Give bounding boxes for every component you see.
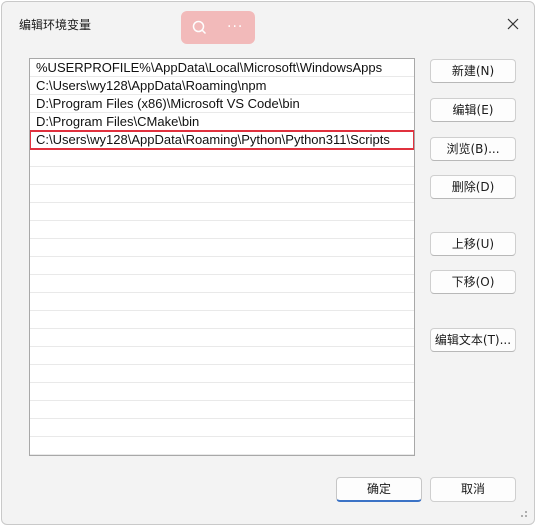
delete-button[interactable]: 删除(D) [430, 175, 516, 199]
ok-button[interactable]: 确定 [336, 477, 422, 502]
floating-more-button[interactable]: ··· [218, 11, 255, 44]
empty-list-row[interactable] [30, 419, 414, 437]
empty-list-row[interactable] [30, 167, 414, 185]
empty-list-row[interactable] [30, 311, 414, 329]
empty-list-row[interactable] [30, 347, 414, 365]
list-item[interactable]: C:\Users\wy128\AppData\Roaming\Python\Py… [30, 130, 414, 150]
empty-list-row[interactable] [30, 257, 414, 275]
empty-list-row[interactable] [30, 329, 414, 347]
title-bar[interactable]: 编辑环境变量 [2, 2, 534, 42]
empty-list-row[interactable] [30, 401, 414, 419]
move-up-button[interactable]: 上移(U) [430, 232, 516, 256]
new-button[interactable]: 新建(N) [430, 59, 516, 83]
empty-list-row[interactable] [30, 221, 414, 239]
search-icon [192, 20, 207, 35]
edit-env-variable-dialog: 编辑环境变量 ··· %USERPROFILE%\AppData\Local\M… [1, 1, 535, 525]
empty-list-row[interactable] [30, 293, 414, 311]
more-icon: ··· [227, 19, 244, 35]
cancel-button[interactable]: 取消 [430, 477, 516, 502]
list-item[interactable]: D:\Program Files (x86)\Microsoft VS Code… [30, 95, 414, 113]
close-button[interactable] [500, 11, 526, 37]
empty-list-row[interactable] [30, 185, 414, 203]
edit-text-button[interactable]: 编辑文本(T)... [430, 328, 516, 352]
empty-list-row[interactable] [30, 365, 414, 383]
browse-button[interactable]: 浏览(B)... [430, 137, 516, 161]
empty-list-row[interactable] [30, 203, 414, 221]
list-item[interactable]: %USERPROFILE%\AppData\Local\Microsoft\Wi… [30, 59, 414, 77]
empty-list-row[interactable] [30, 383, 414, 401]
edit-button[interactable]: 编辑(E) [430, 98, 516, 122]
dialog-title: 编辑环境变量 [19, 18, 92, 32]
resize-grip-icon[interactable] [518, 508, 528, 518]
list-item[interactable]: C:\Users\wy128\AppData\Roaming\npm [30, 77, 414, 95]
list-item[interactable]: D:\Program Files\CMake\bin [30, 113, 414, 131]
empty-list-row[interactable] [30, 275, 414, 293]
floating-search-button[interactable] [181, 11, 218, 44]
close-icon [507, 18, 519, 30]
empty-list-row[interactable] [30, 149, 414, 167]
empty-list-row[interactable] [30, 437, 414, 455]
move-down-button[interactable]: 下移(O) [430, 270, 516, 294]
floating-toolbar: ··· [181, 11, 255, 44]
empty-list-row[interactable] [30, 239, 414, 257]
path-list[interactable]: %USERPROFILE%\AppData\Local\Microsoft\Wi… [29, 58, 415, 456]
